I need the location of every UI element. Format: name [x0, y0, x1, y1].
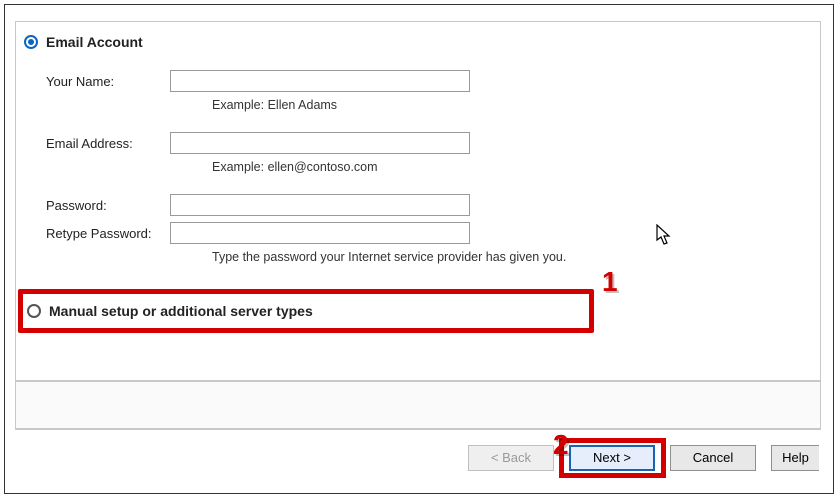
annotation-1: 1	[602, 266, 618, 298]
cancel-button[interactable]: Cancel	[670, 445, 756, 471]
help-button[interactable]: Help	[771, 445, 819, 471]
email-row: Email Address:	[46, 132, 820, 154]
email-account-radio-row[interactable]: Email Account	[16, 22, 820, 50]
wizard-button-region: < Back Next > Cancel Help	[15, 381, 821, 486]
dialog-frame: Email Account Your Name: Example: Ellen …	[4, 4, 834, 494]
account-setup-panel: Email Account Your Name: Example: Ellen …	[15, 21, 821, 381]
annotation-box-2	[559, 438, 666, 478]
email-label: Email Address:	[46, 136, 170, 151]
your-name-input[interactable]	[170, 70, 470, 92]
your-name-row: Your Name:	[46, 70, 820, 92]
password-label: Password:	[46, 198, 170, 213]
radio-icon	[24, 35, 38, 49]
spacer-panel	[15, 381, 821, 429]
back-button: < Back	[468, 445, 554, 471]
email-account-radio-label: Email Account	[46, 34, 143, 50]
form-fields: Your Name: Example: Ellen Adams Email Ad…	[16, 50, 820, 264]
manual-setup-radio-row[interactable]: Manual setup or additional server types	[18, 289, 594, 333]
email-input[interactable]	[170, 132, 470, 154]
retype-hint: Type the password your Internet service …	[212, 250, 820, 264]
annotation-2: 2	[553, 429, 569, 461]
your-name-hint: Example: Ellen Adams	[212, 98, 820, 112]
password-input[interactable]	[170, 194, 470, 216]
your-name-label: Your Name:	[46, 74, 170, 89]
wizard-buttons: < Back Next > Cancel Help	[15, 429, 821, 485]
email-hint: Example: ellen@contoso.com	[212, 160, 820, 174]
retype-password-input[interactable]	[170, 222, 470, 244]
radio-icon	[27, 304, 41, 318]
manual-setup-radio-label: Manual setup or additional server types	[49, 303, 313, 319]
password-row: Password:	[46, 194, 820, 216]
retype-password-label: Retype Password:	[46, 226, 170, 241]
retype-password-row: Retype Password:	[46, 222, 820, 244]
